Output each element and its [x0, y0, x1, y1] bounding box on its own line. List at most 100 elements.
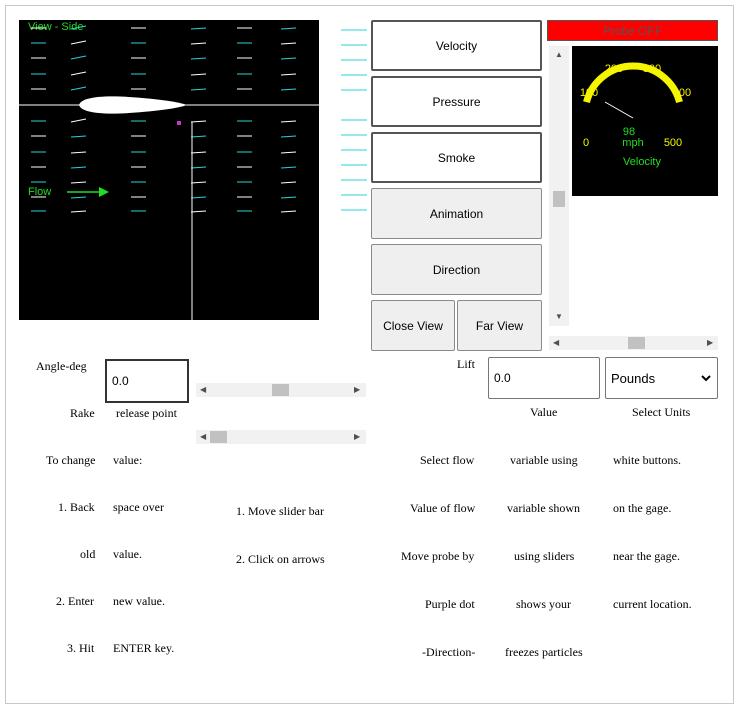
direction-button[interactable]: Direction	[371, 244, 542, 295]
flow-streak	[280, 42, 297, 45]
flow-arrow-icon	[99, 187, 109, 197]
rake-slider-thumb[interactable]	[210, 431, 227, 443]
angle-slider-thumb[interactable]	[272, 384, 289, 396]
flow-label: Flow	[28, 186, 51, 198]
airfoil	[79, 96, 187, 114]
overflow-streaks	[341, 29, 367, 211]
flow-streak	[190, 166, 207, 169]
flow-streak	[280, 181, 297, 184]
help-col1: -Direction-	[422, 645, 476, 659]
flow-streak	[70, 118, 87, 123]
flow-streak	[190, 27, 207, 30]
flow-streak	[190, 210, 207, 213]
flow-streak	[280, 166, 297, 169]
gauge-arc	[583, 62, 683, 104]
vertical-scroll-thumb[interactable]	[553, 191, 565, 207]
rake-slider[interactable]: ◀ ▶	[196, 430, 366, 444]
flow-streak	[190, 181, 207, 184]
flow-streak	[70, 55, 87, 60]
lift-label: Lift	[457, 357, 475, 371]
instruction-step-text: value:	[113, 453, 143, 467]
flow-view[interactable]: View - Side Flow	[19, 20, 319, 320]
flow-streak	[280, 57, 297, 60]
pressure-button[interactable]: Pressure	[371, 76, 542, 127]
scroll-down-arrow-icon[interactable]: ▼	[555, 313, 563, 321]
angle-input[interactable]: 0.0	[105, 359, 189, 403]
probe-dot[interactable]	[177, 121, 181, 125]
instruction-step-text: value.	[113, 547, 142, 561]
instruction-step-label: 3. Hit	[67, 641, 95, 655]
chevron-down-icon	[701, 375, 711, 382]
gauge-tick-label: 400	[673, 87, 691, 99]
help-col2: using sliders	[514, 549, 575, 563]
flow-streak	[190, 42, 207, 45]
flow-streak	[70, 196, 87, 199]
flow-streak	[280, 88, 297, 91]
probe-horizontal-scrollbar[interactable]: ◀ ▶	[549, 336, 718, 350]
slider-right-arrow-icon[interactable]: ▶	[354, 386, 360, 394]
smoke-button[interactable]: Smoke	[371, 132, 542, 183]
gauge-tick-label: 200	[605, 63, 623, 75]
lift-value-field[interactable]: 0.0	[488, 357, 600, 399]
flow-streak	[70, 166, 87, 169]
instruction-step-label: To change	[46, 453, 96, 467]
flow-streak	[70, 181, 87, 184]
help-col3: current location.	[613, 597, 692, 611]
flow-streak	[190, 73, 207, 76]
slider-help-text: 2. Click on arrows	[236, 552, 325, 566]
instruction-step-label: 1. Back	[58, 500, 95, 514]
units-selected-value: Pounds	[611, 370, 656, 386]
close-view-button[interactable]: Close View	[371, 300, 455, 351]
gauge-unit: mph	[622, 137, 643, 149]
flow-streak	[280, 210, 297, 213]
slider-help-text: 1. Move slider bar	[236, 504, 324, 518]
probe-vertical-scrollbar[interactable]: ▲ ▼	[549, 46, 569, 326]
gauge-tick-label: 500	[664, 137, 682, 149]
flow-streak	[70, 210, 87, 213]
flow-streak	[70, 40, 87, 45]
angle-label: Angle-deg	[36, 359, 87, 373]
probe-status-button[interactable]: Probe OFF	[547, 20, 718, 41]
horizontal-scroll-thumb[interactable]	[628, 337, 645, 349]
slider-right-arrow-icon[interactable]: ▶	[354, 433, 360, 441]
scroll-left-arrow-icon[interactable]: ◀	[553, 339, 559, 347]
flow-streak	[280, 151, 297, 154]
slider-left-arrow-icon[interactable]: ◀	[200, 433, 206, 441]
angle-slider[interactable]: ◀ ▶	[196, 383, 366, 397]
gauge-label: Velocity	[623, 156, 661, 168]
gauge-tick-label: 0	[583, 137, 589, 149]
instruction-step-text: space over	[113, 500, 164, 514]
slider-left-arrow-icon[interactable]: ◀	[200, 386, 206, 394]
release-point-label: release point	[116, 406, 177, 420]
instruction-step-label: old	[80, 547, 96, 561]
value-caption: Value	[530, 405, 558, 419]
scroll-up-arrow-icon[interactable]: ▲	[555, 51, 563, 59]
flow-streak	[70, 135, 87, 138]
far-view-button[interactable]: Far View	[457, 300, 542, 351]
gauge-tick-label: 300	[643, 63, 661, 75]
units-select[interactable]: Pounds	[605, 357, 718, 399]
help-col2: freezes particles	[505, 645, 583, 659]
velocity-gauge: 0 100 200 300 400 500 98 mph Velocity	[572, 46, 718, 196]
help-col3: on the gage.	[613, 501, 672, 515]
help-col2: variable using	[510, 453, 578, 467]
gauge-dial: 0 100 200 300 400 500 98 mph Velocity	[580, 62, 691, 168]
help-col1: Value of flow	[410, 501, 476, 515]
flow-streak	[280, 135, 297, 138]
flow-streak	[190, 57, 207, 60]
flow-streak	[280, 120, 297, 123]
instruction-step-label: 2. Enter	[56, 594, 94, 608]
flow-streak	[190, 88, 207, 91]
help-col1: Select flow	[420, 453, 475, 467]
scroll-right-arrow-icon[interactable]: ▶	[707, 339, 713, 347]
flow-streak	[70, 86, 87, 91]
instruction-step-text: new value.	[113, 594, 165, 608]
select-units-caption: Select Units	[632, 405, 691, 419]
flow-streak	[70, 71, 87, 76]
rake-label: Rake	[70, 406, 95, 420]
velocity-button[interactable]: Velocity	[371, 20, 542, 71]
flow-streak	[280, 27, 297, 30]
animation-button[interactable]: Animation	[371, 188, 542, 239]
help-col2: variable shown	[507, 501, 580, 515]
help-col1: Purple dot	[425, 597, 475, 611]
